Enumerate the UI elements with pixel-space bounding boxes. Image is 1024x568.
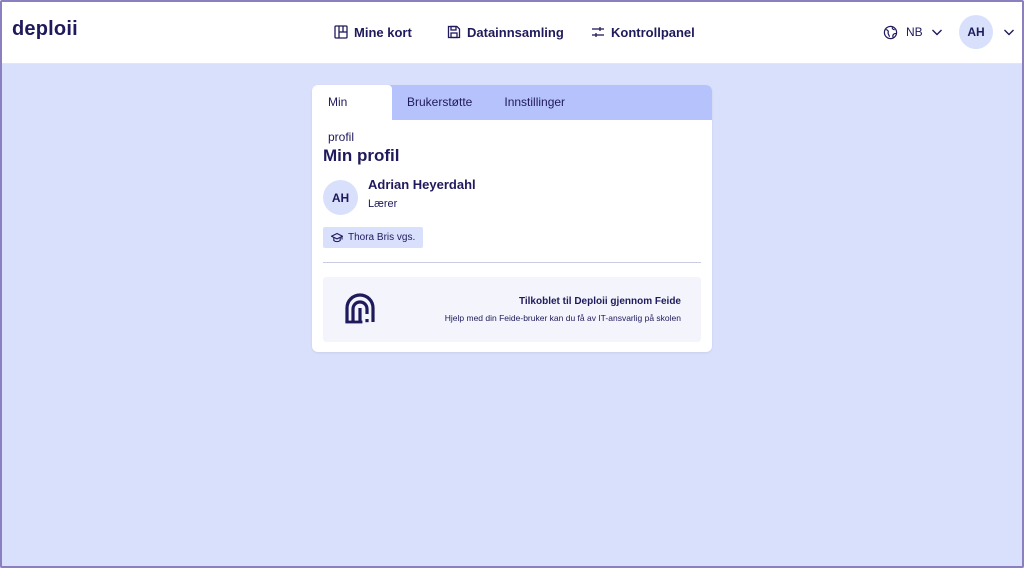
feide-subtitle: Hjelp med din Feide-bruker kan du få av … — [444, 312, 681, 323]
feide-title: Tilkoblet til Deploii gjennom Feide — [518, 295, 681, 307]
logo[interactable]: deploii — [12, 18, 78, 41]
chevron-down-icon — [1004, 29, 1014, 36]
cards-icon — [334, 25, 348, 39]
card-content: Min profil AH Adrian Heyerdahl Lærer Tho… — [312, 146, 712, 342]
page-title: Min profil — [323, 146, 400, 165]
avatar: AH — [323, 180, 358, 215]
school-name: Thora Bris vgs. — [348, 232, 416, 243]
nav-mine-kort[interactable]: Mine kort — [334, 0, 412, 64]
nav-label: Datainnsamling — [467, 24, 564, 40]
top-bar: deploii Mine kort Datainnsamling Kontrol… — [0, 0, 1024, 64]
graduation-cap-icon — [331, 232, 343, 242]
nav-kontrollpanel[interactable]: Kontrollpanel — [591, 0, 695, 64]
profile-info: Adrian Heyerdahl Lærer — [368, 177, 476, 215]
nav-label: Kontrollpanel — [611, 24, 695, 40]
avatar: AH — [959, 15, 993, 49]
save-icon — [447, 25, 461, 39]
tab-bar: Min profil Brukerstøtte Innstillinger — [312, 85, 712, 144]
tab-min-profil[interactable]: Min profil — [312, 85, 392, 144]
school-badge: Thora Bris vgs. — [323, 227, 424, 248]
language-selector[interactable]: NB — [883, 0, 943, 64]
chevron-down-icon — [931, 29, 942, 36]
divider — [323, 261, 701, 263]
globe-icon — [883, 25, 898, 39]
tab-brukerstotte[interactable]: Brukerstøtte — [392, 85, 488, 120]
feide-text: Tilkoblet til Deploii gjennom Feide Hjel… — [445, 296, 681, 324]
sliders-icon — [592, 27, 604, 37]
tab-innstillinger[interactable]: Innstillinger — [488, 85, 581, 120]
nav-label: Mine kort — [354, 24, 412, 40]
user-menu-button[interactable]: AH — [959, 15, 1015, 49]
nav-datainnsamling[interactable]: Datainnsamling — [447, 0, 564, 64]
profile-summary: AH Adrian Heyerdahl Lærer — [323, 177, 701, 215]
feide-icon — [345, 292, 375, 323]
user-role: Lærer — [368, 198, 398, 210]
language-label: NB — [906, 25, 923, 39]
profile-card: Min profil Brukerstøtte Innstillinger Mi… — [312, 85, 712, 352]
user-name: Adrian Heyerdahl — [368, 177, 476, 192]
feide-connection-box: Tilkoblet til Deploii gjennom Feide Hjel… — [323, 276, 701, 342]
